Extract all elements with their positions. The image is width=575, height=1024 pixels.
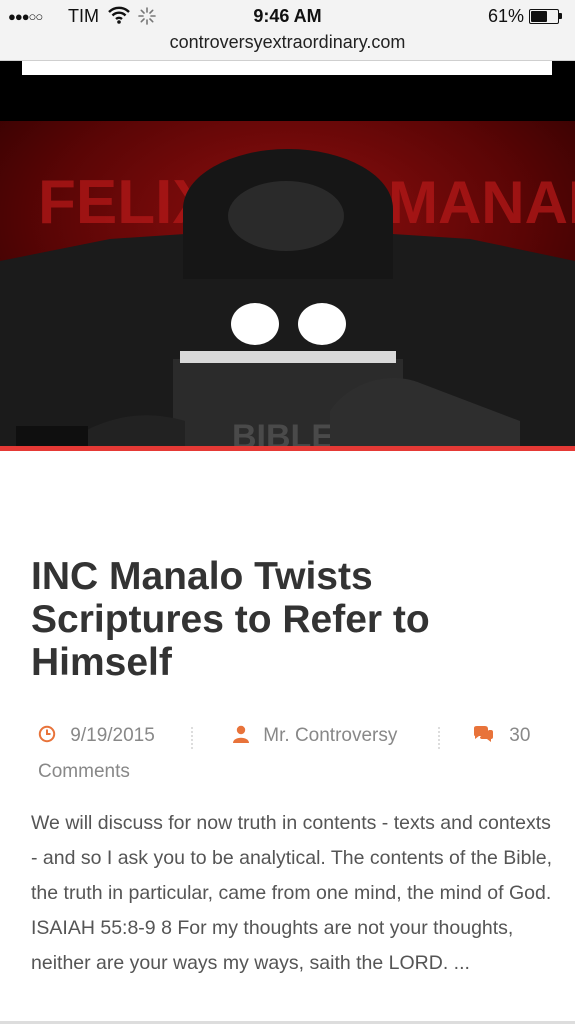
battery-percent: 61% xyxy=(488,6,525,26)
battery-fill xyxy=(531,11,547,22)
meta-divider xyxy=(191,727,195,749)
comments-label[interactable]: Comments xyxy=(38,761,130,783)
comments-icon xyxy=(474,726,493,742)
battery-tip xyxy=(559,13,562,19)
hero-text-bible: BIBLE xyxy=(232,418,334,446)
status-bar: ●●●○○ TIM 9:46 AM 61% controversyextraor… xyxy=(0,0,575,61)
battery-icon xyxy=(529,9,559,24)
hero-text-manalo: MANALO xyxy=(388,169,575,236)
hero-illustration: FELIX MANALO BIBLE xyxy=(0,121,575,446)
comments-count[interactable]: 30 xyxy=(509,725,530,746)
site-logo[interactable]: C X xyxy=(16,426,88,446)
post-author-name[interactable]: Mr. Controversy xyxy=(263,725,397,746)
meta-divider xyxy=(438,727,442,749)
post-author[interactable]: Mr. Controversy xyxy=(233,725,397,747)
address-bar-url[interactable]: controversyextraordinary.com xyxy=(0,32,575,53)
post-comments[interactable]: 30 xyxy=(472,725,530,747)
hero-accent-line xyxy=(0,446,575,451)
post-date-text: 9/19/2015 xyxy=(70,725,155,746)
post-excerpt: We will discuss for now truth in content… xyxy=(31,812,553,974)
header-white-bar xyxy=(22,61,552,75)
post-date: 9/19/2015 xyxy=(38,725,155,747)
clock-icon xyxy=(38,725,56,743)
featured-image[interactable]: FELIX MANALO BIBLE C X xyxy=(0,61,575,446)
post-title[interactable]: INC Manalo Twists Scriptures to Refer to… xyxy=(31,555,551,684)
user-icon xyxy=(233,725,249,743)
